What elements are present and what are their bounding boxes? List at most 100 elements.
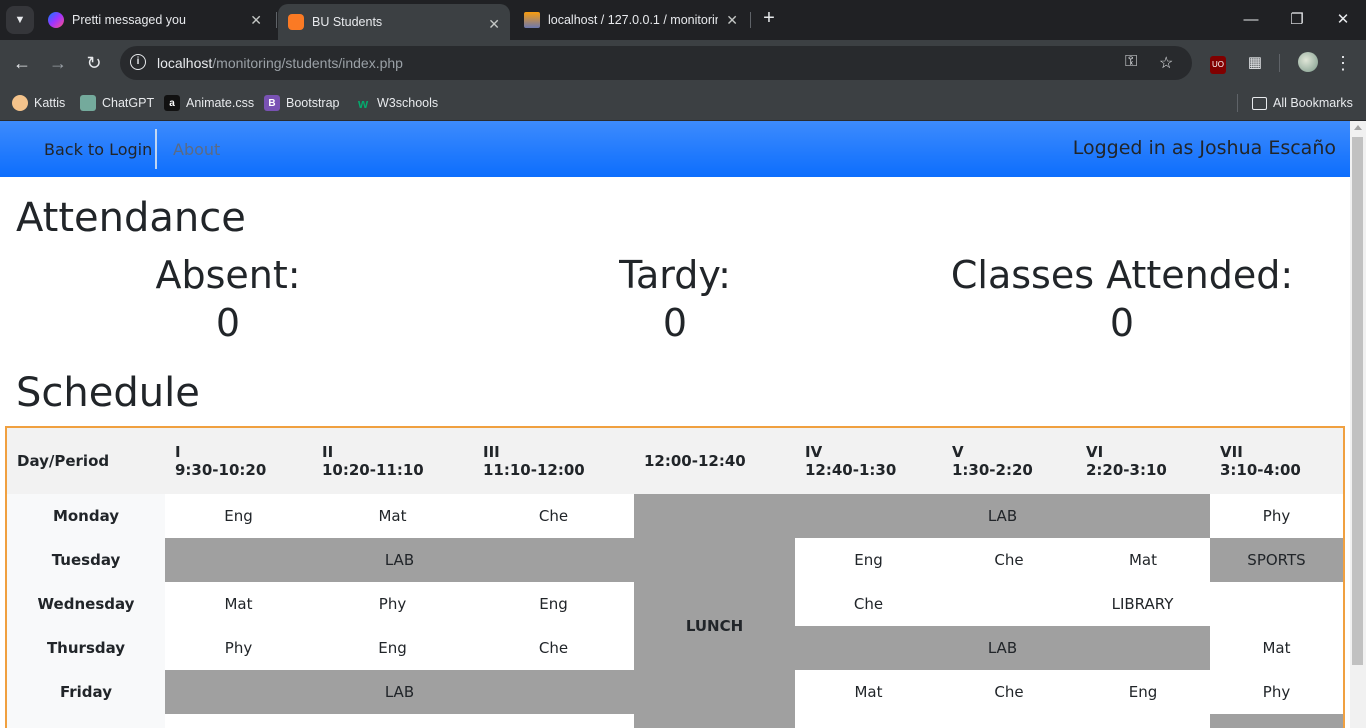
ublock-icon[interactable]: UO (1208, 52, 1228, 74)
tab-phpmyadmin[interactable]: localhost / 127.0.0.1 / monitoring ✕ (516, 0, 748, 40)
bookmark-chatgpt[interactable]: ChatGPT (80, 93, 154, 113)
close-icon[interactable]: ✕ (726, 12, 738, 29)
lab-cell: LAB (795, 494, 1210, 538)
bookmark-bootstrap[interactable]: B Bootstrap (264, 93, 340, 113)
table-row: Monday Eng Mat Che LUNCH LAB Phy (6, 494, 1344, 728)
class-cell: Che (994, 551, 1024, 569)
avatar[interactable] (1297, 52, 1319, 74)
classes-attended-value: 0 (1109, 301, 1135, 345)
restore-icon[interactable]: ❐ (1274, 0, 1320, 40)
all-bookmarks-button[interactable]: All Bookmarks (1252, 93, 1353, 113)
day-cell: Wednesday (6, 582, 165, 626)
class-cell: Eng (378, 639, 407, 657)
lab-cell: LAB (795, 626, 1210, 670)
lab-cell: LAB (165, 538, 634, 582)
reload-icon[interactable]: ↻ (81, 50, 107, 76)
tab-messenger[interactable]: Pretti messaged you ✕ (40, 0, 272, 40)
library-cell: LIBRARY (1111, 595, 1174, 613)
menu-icon[interactable]: ⋮ (1333, 52, 1353, 74)
day-cell: Friday (6, 670, 165, 714)
star-icon[interactable]: ☆ (1159, 53, 1173, 73)
bookmarks-divider (1237, 94, 1238, 112)
tardy-label: Tardy: (619, 253, 731, 297)
toolbar-divider (1279, 54, 1280, 72)
minimize-icon[interactable]: — (1228, 0, 1274, 40)
period-header: IV 12:40-1:30 (795, 427, 942, 494)
xampp-icon (288, 14, 304, 30)
page-scrollbar[interactable] (1350, 121, 1366, 728)
class-cell: Phy (378, 595, 407, 613)
sports-cell: SPORTS (1210, 538, 1344, 582)
class-cell (1076, 714, 1210, 728)
key-icon[interactable]: ⚿ (1125, 53, 1137, 71)
class-cell (312, 714, 473, 728)
bookmark-w3schools[interactable]: w W3schools (355, 93, 438, 113)
period-header: VI 2:20-3:10 (1076, 427, 1210, 494)
schedule-header-row: Day/Period I 9:30-10:20 II 10:20-11:10 III… (6, 427, 1344, 494)
url-text[interactable]: localhost/monitoring/students/index.php (157, 55, 403, 71)
class-cell: Che (853, 595, 884, 613)
back-arrow-icon[interactable]: ← (9, 50, 35, 76)
period-header: II 10:20-11:10 (312, 427, 473, 494)
class-cell: Eng (224, 507, 253, 525)
folder-icon (1252, 96, 1267, 110)
bookmark-label: Kattis (34, 96, 66, 110)
schedule-heading: Schedule (16, 370, 200, 416)
tab-bu-students[interactable]: BU Students ✕ (278, 4, 510, 40)
day-cell: Monday (6, 494, 165, 538)
address-bar[interactable]: i localhost/monitoring/students/index.ph… (120, 46, 1192, 80)
close-icon[interactable]: ✕ (488, 16, 500, 33)
tab-title: Pretti messaged you (72, 13, 186, 27)
class-cell: Mat (1128, 551, 1157, 569)
site-info-icon[interactable]: i (130, 54, 146, 70)
tab-strip: ▼ Pretti messaged you ✕ BU Students ✕ lo… (0, 0, 1366, 40)
classes-attended-stat: Classes Attended: 0 (897, 251, 1347, 347)
close-window-icon[interactable]: ✕ (1320, 0, 1366, 40)
url-host: localhost (157, 55, 213, 71)
class-cell: Che (538, 507, 569, 525)
period-header: V 1:30-2:20 (942, 427, 1076, 494)
period-header: VII 3:10-4:00 (1210, 427, 1344, 494)
day-period-header: Day/Period (6, 427, 165, 494)
class-cell: Eng (854, 551, 883, 569)
scroll-up-icon[interactable] (1354, 125, 1362, 130)
class-cell (1210, 714, 1344, 728)
class-cell: Mat (854, 683, 883, 701)
absent-stat: Absent: 0 (3, 251, 453, 347)
class-cell: Phy (1262, 683, 1291, 701)
all-bookmarks-label: All Bookmarks (1273, 96, 1353, 110)
bookmark-label: W3schools (377, 96, 439, 110)
kattis-icon (12, 95, 28, 111)
class-cell: Mat (378, 507, 407, 525)
back-to-login-link[interactable]: Back to Login (44, 140, 152, 159)
day-cell: Tuesday (6, 538, 165, 582)
chatgpt-icon (80, 95, 96, 111)
class-cell (795, 714, 942, 728)
phpmyadmin-icon (524, 12, 540, 28)
page-content: Back to Login About Logged in as Joshua … (0, 121, 1350, 728)
about-link[interactable]: About (173, 140, 220, 159)
new-tab-icon[interactable]: + (758, 7, 780, 29)
tardy-stat: Tardy: 0 (450, 251, 900, 347)
messenger-icon (48, 12, 64, 28)
bookmark-label: Bootstrap (286, 96, 340, 110)
class-cell (165, 714, 312, 728)
extensions-icon[interactable]: ▦ (1244, 52, 1266, 74)
nav-divider (155, 129, 157, 169)
close-icon[interactable]: ✕ (250, 12, 262, 29)
bookmark-kattis[interactable]: Kattis (12, 93, 65, 113)
attendance-heading: Attendance (16, 195, 246, 241)
schedule-table: Day/Period I 9:30-10:20 II 10:20-11:10 III… (5, 426, 1345, 728)
tab-search-button[interactable]: ▼ (6, 6, 34, 34)
forward-arrow-icon[interactable]: → (45, 50, 71, 76)
tardy-value: 0 (662, 301, 688, 345)
tab-separator (276, 12, 277, 28)
browser-toolbar: ← → ↻ i localhost/monitoring/students/in… (0, 40, 1366, 86)
animate-css-icon: a (164, 95, 180, 111)
bookmark-animate-css[interactable]: a Animate.css (164, 93, 254, 113)
url-path: /monitoring/students/index.php (212, 55, 403, 71)
day-cell: Thursday (6, 626, 165, 670)
bookmark-label: ChatGPT (102, 96, 155, 110)
lunch-period-header: 12:00-12:40 (634, 427, 795, 494)
scrollbar-thumb[interactable] (1352, 137, 1363, 665)
